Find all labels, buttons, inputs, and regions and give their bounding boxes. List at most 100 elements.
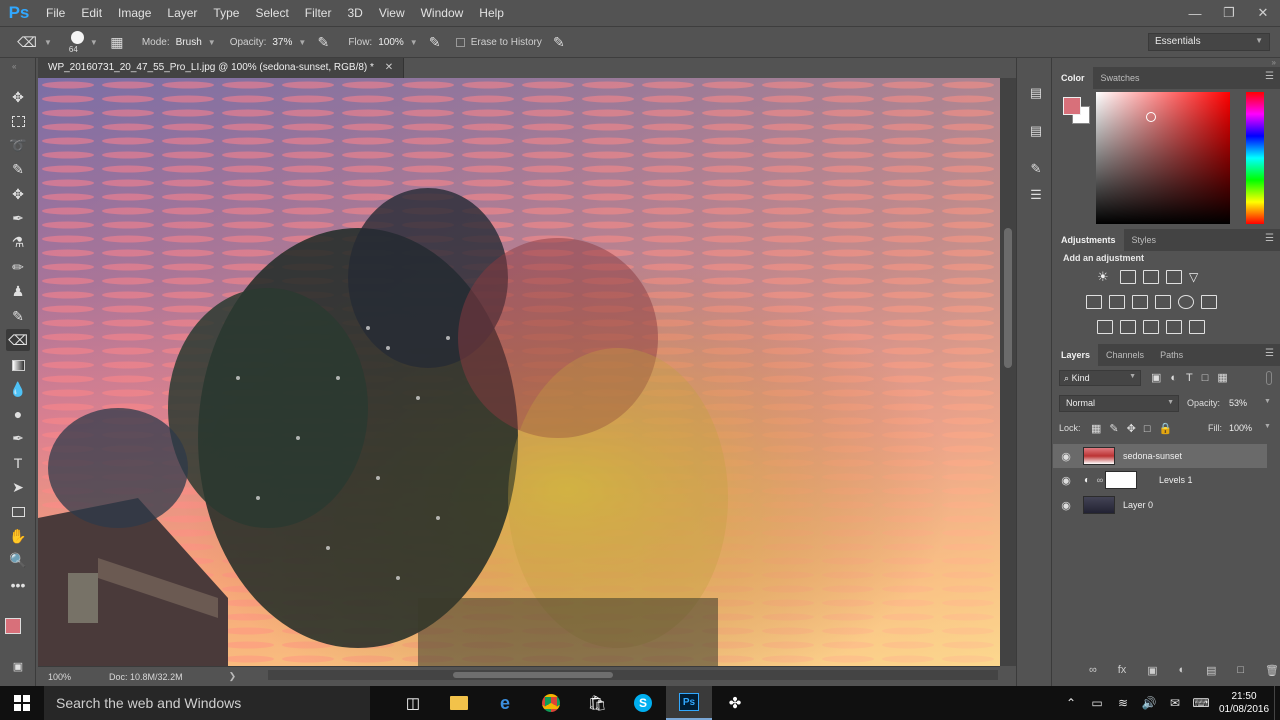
airbrush-icon[interactable]: ✎ — [424, 31, 446, 53]
color-picker-cursor[interactable] — [1146, 112, 1156, 122]
chevron-down-icon[interactable]: ▼ — [1264, 423, 1271, 430]
gradient-tool-icon[interactable] — [6, 354, 30, 376]
menu-layer[interactable]: Layer — [159, 0, 205, 26]
chevron-up-icon[interactable]: ⌃ — [1058, 696, 1084, 710]
new-layer-icon[interactable]: □ — [1237, 664, 1244, 677]
hue-slider[interactable] — [1246, 92, 1264, 224]
taskbar-clock[interactable]: 21:50 01/08/2016 — [1214, 690, 1274, 716]
properties-panel-icon[interactable]: ▤ — [1025, 120, 1047, 142]
chevron-down-icon[interactable]: ▼ — [410, 38, 418, 47]
exposure-icon[interactable] — [1166, 270, 1182, 284]
opacity-field[interactable]: 37% — [272, 37, 292, 48]
mode-control[interactable]: Mode: Brush ▼ — [142, 37, 216, 48]
minimize-icon[interactable]: — — [1178, 0, 1212, 26]
quick-selection-tool-icon[interactable]: ✎ — [6, 158, 30, 180]
volume-icon[interactable]: 🔊 — [1136, 696, 1162, 710]
photoshop-taskbar-icon[interactable]: Ps — [666, 686, 712, 720]
notifications-icon[interactable]: ✉ — [1162, 696, 1188, 710]
store-icon[interactable]: 🛍 — [574, 686, 620, 720]
tab-paths[interactable]: Paths — [1152, 344, 1191, 366]
dodge-tool-icon[interactable]: ● — [6, 403, 30, 425]
panel-menu-icon[interactable]: ☰ — [1265, 233, 1274, 244]
levels-icon[interactable] — [1120, 270, 1136, 284]
path-selection-tool-icon[interactable]: ➤ — [6, 476, 30, 498]
visibility-eye-icon[interactable]: ◉ — [1053, 474, 1079, 487]
vertical-scrollbar[interactable] — [1000, 78, 1016, 666]
hand-tool-icon[interactable]: ✋ — [6, 525, 30, 547]
document-canvas[interactable] — [38, 78, 1000, 666]
flow-field[interactable]: 100% — [378, 37, 404, 48]
panel-menu-icon[interactable]: ☰ — [1265, 348, 1274, 359]
rectangle-tool-icon[interactable] — [6, 501, 30, 523]
tab-adjustments[interactable]: Adjustments — [1053, 229, 1124, 251]
layer-filter-select[interactable]: ⌕ Kind ▼ — [1059, 370, 1141, 386]
tab-styles[interactable]: Styles — [1124, 229, 1165, 251]
skype-icon[interactable]: S — [620, 686, 666, 720]
show-desktop-button[interactable] — [1274, 686, 1280, 720]
channel-mixer-icon[interactable] — [1178, 295, 1194, 309]
color-balance-icon[interactable] — [1109, 295, 1125, 309]
menu-image[interactable]: Image — [110, 0, 159, 26]
pressure-opacity-icon[interactable]: ✎ — [312, 31, 334, 53]
filter-toggle-icon[interactable] — [1266, 371, 1272, 385]
layer-filter-icons[interactable]: ▣◐T□▦ — [1151, 371, 1237, 384]
close-tab-icon[interactable]: ✕ — [385, 62, 393, 73]
battery-icon[interactable]: ▭ — [1084, 696, 1110, 710]
foreground-color-swatch[interactable] — [5, 618, 21, 634]
vibrance-icon[interactable]: ▽ — [1189, 270, 1205, 284]
chevron-down-icon[interactable]: ▼ — [44, 38, 52, 47]
erase-to-history-control[interactable]: Erase to History — [455, 37, 542, 48]
layer-row-sedona-sunset[interactable]: ◉ sedona-sunset — [1053, 444, 1267, 468]
horizontal-scroll-thumb[interactable] — [453, 672, 613, 678]
chevron-down-icon[interactable]: ▼ — [90, 38, 98, 47]
zoom-tool-icon[interactable]: 🔍 — [6, 549, 30, 571]
lasso-tool-icon[interactable]: ➰ — [6, 134, 30, 156]
menu-select[interactable]: Select — [247, 0, 296, 26]
threshold-icon[interactable] — [1143, 320, 1159, 334]
menu-window[interactable]: Window — [413, 0, 472, 26]
new-adjustment-layer-icon[interactable]: ◐ — [1179, 664, 1186, 677]
photo-filter-icon[interactable] — [1155, 295, 1171, 309]
history-panel-icon[interactable]: ▤ — [1025, 82, 1047, 104]
keyboard-icon[interactable]: ⌨ — [1188, 696, 1214, 710]
marquee-tool-icon[interactable] — [6, 110, 30, 132]
history-brush-tool-icon[interactable]: ✎ — [6, 305, 30, 327]
menu-edit[interactable]: Edit — [73, 0, 110, 26]
blend-mode-select[interactable]: Normal ▼ — [1059, 395, 1179, 412]
chevron-down-icon[interactable]: ▼ — [208, 38, 216, 47]
menu-type[interactable]: Type — [205, 0, 247, 26]
document-tab[interactable]: WP_20160731_20_47_55_Pro_LI.jpg @ 100% (… — [38, 58, 405, 78]
edge-browser-icon[interactable]: e — [482, 686, 528, 720]
zoom-level[interactable]: 100% — [48, 672, 71, 682]
mode-select[interactable]: Brush — [176, 37, 202, 48]
pressure-size-icon[interactable]: ✎ — [548, 31, 570, 53]
hue-saturation-icon[interactable] — [1086, 295, 1102, 309]
color-field[interactable] — [1096, 92, 1230, 224]
tab-layers[interactable]: Layers — [1053, 344, 1099, 366]
fill-field[interactable]: 100% — [1229, 423, 1252, 433]
taskbar-search-box[interactable]: Search the web and Windows — [44, 686, 370, 720]
collapse-panels-icon[interactable]: » — [1272, 58, 1276, 67]
workspace-switcher[interactable]: Essentials ▼ — [1148, 33, 1270, 51]
brightness-contrast-icon[interactable]: ☀ — [1097, 270, 1113, 284]
gradient-map-icon[interactable] — [1189, 320, 1205, 334]
horizontal-scrollbar[interactable] — [268, 670, 998, 680]
task-view-icon[interactable]: ◫ — [390, 686, 436, 720]
flow-control[interactable]: Flow: 100% ▼ — [348, 37, 417, 48]
layer-row-levels-1[interactable]: ◉ ◐ ∞ Levels 1 — [1053, 468, 1267, 492]
layer-row-layer-0[interactable]: ◉ Layer 0 — [1053, 493, 1267, 517]
brush-size-picker[interactable]: 64 — [66, 28, 90, 56]
brush-presets-icon[interactable]: ✎ — [1025, 158, 1047, 180]
brush-panel-toggle-icon[interactable]: ▦ — [106, 31, 128, 53]
eyedropper-tool-icon[interactable]: ✒ — [6, 207, 30, 229]
curves-icon[interactable] — [1143, 270, 1159, 284]
healing-brush-tool-icon[interactable]: ⚗ — [6, 231, 30, 253]
quick-mask-icon[interactable]: ▣ — [6, 655, 30, 677]
visibility-eye-icon[interactable]: ◉ — [1053, 450, 1079, 463]
brush-tool-icon[interactable]: ✏ — [6, 256, 30, 278]
invert-icon[interactable] — [1097, 320, 1113, 334]
vertical-scroll-thumb[interactable] — [1004, 228, 1012, 368]
color-lookup-icon[interactable] — [1201, 295, 1217, 309]
blur-tool-icon[interactable]: 💧 — [6, 378, 30, 400]
start-button[interactable] — [0, 686, 44, 720]
